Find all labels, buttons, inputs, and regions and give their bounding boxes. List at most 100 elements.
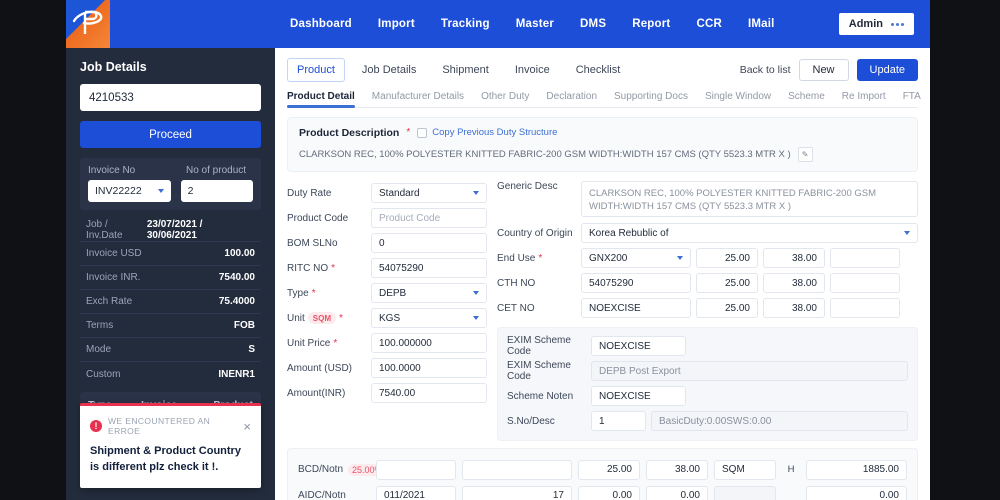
subtab-supporting-docs[interactable]: Supporting Docs [614, 91, 688, 107]
update-button[interactable]: Update [856, 59, 918, 82]
no-of-product-label: No of product [186, 165, 247, 176]
aidc-field-2[interactable]: 17 [462, 485, 572, 500]
unit-price-input[interactable]: 100.000000 [371, 333, 487, 354]
required-asterisk: * [333, 337, 338, 349]
amount-usd-input[interactable]: 100.0000 [371, 358, 487, 379]
label-text: RITC NO [287, 262, 329, 274]
list-item: Mode S [80, 338, 261, 362]
label-text: AIDC/Notn [298, 490, 346, 500]
aidc-total[interactable]: 0.00 [806, 485, 907, 500]
exim-scheme-code-input[interactable]: NOEXCISE [591, 336, 686, 357]
company-logo[interactable] [66, 0, 110, 48]
nav-item-master[interactable]: Master [516, 18, 554, 30]
admin-menu-button[interactable]: Admin [838, 13, 914, 35]
subtab-fta[interactable]: FTA [903, 91, 921, 107]
nav-item-imail[interactable]: IMail [748, 18, 775, 30]
field-label: RITC NO * [287, 263, 371, 274]
nav-item-ccr[interactable]: CCR [696, 18, 722, 30]
required-asterisk: * [339, 312, 343, 324]
field-value: DEPB [379, 287, 407, 299]
generic-desc-input[interactable]: CLARKSON REC, 100% POLYESTER KNITTED FAB… [581, 180, 918, 217]
subtab-scheme[interactable]: Scheme [788, 91, 825, 107]
job-number-input[interactable]: 4210533 [80, 84, 261, 111]
field-product-code: Product Code Product Code [287, 206, 487, 231]
app-window: Dashboard Import Tracking Master DMS Rep… [66, 0, 930, 500]
checkbox-icon[interactable] [417, 127, 428, 138]
row-value: 75.4000 [218, 296, 255, 307]
aidc-notn-label: AIDC/Notn [298, 490, 370, 500]
chevron-down-icon [904, 231, 910, 236]
bcd-value-1[interactable]: 25.00 [578, 459, 640, 480]
duty-rate-select[interactable]: Standard [371, 183, 487, 204]
back-to-list-link[interactable]: Back to list [740, 64, 791, 76]
scheme-noten-input[interactable]: NOEXCISE [591, 386, 686, 407]
nav-item-dms[interactable]: DMS [580, 18, 606, 30]
chevron-down-icon [677, 256, 683, 261]
edit-pencil-icon[interactable]: ✎ [797, 146, 813, 162]
proceed-button[interactable]: Proceed [80, 121, 261, 148]
bcd-h-marker: H [787, 464, 795, 476]
subtab-declaration[interactable]: Declaration [546, 91, 597, 107]
subtab-single-window[interactable]: Single Window [705, 91, 771, 107]
bcd-total[interactable]: 1885.00 [806, 459, 907, 480]
invoice-no-select[interactable]: INV22222 [88, 180, 171, 202]
field-country-of-origin: Country of Origin Korea Rebublic of [497, 221, 918, 246]
bcd-value-2[interactable]: 38.00 [646, 459, 708, 480]
bcd-field-1[interactable] [376, 459, 456, 480]
end-use-value-1[interactable]: 25.00 [696, 248, 758, 269]
field-label: Unit SQM * [287, 312, 371, 325]
field-label: Generic Desc [497, 180, 558, 192]
field-label: Type * [287, 288, 371, 299]
nav-item-tracking[interactable]: Tracking [441, 18, 490, 30]
aidc-value-2[interactable]: 0.00 [646, 485, 708, 500]
list-item: Invoice INR. 7540.00 [80, 266, 261, 290]
field-value: GNX200 [589, 252, 628, 264]
copy-previous-duty-structure-checkbox[interactable]: Copy Previous Duty Structure [417, 127, 557, 138]
nav-item-import[interactable]: Import [378, 18, 415, 30]
cet-no-value-1[interactable]: 25.00 [696, 298, 758, 319]
unit-badge: SQM [307, 312, 337, 325]
subtab-product-detail[interactable]: Product Detail [287, 91, 355, 108]
tab-job-details[interactable]: Job Details [353, 59, 425, 81]
aidc-value-1[interactable]: 0.00 [578, 485, 640, 500]
field-scheme-noten: Scheme Noten NOEXCISE [507, 384, 908, 409]
field-label: End Use * [497, 253, 581, 264]
tab-checklist[interactable]: Checklist [567, 59, 630, 81]
subtab-re-import[interactable]: Re Import [842, 91, 886, 107]
tab-invoice[interactable]: Invoice [506, 59, 559, 81]
subtab-manufacturer-details[interactable]: Manufacturer Details [372, 91, 464, 107]
tab-shipment[interactable]: Shipment [433, 59, 497, 81]
cth-no-value-1[interactable]: 25.00 [696, 273, 758, 294]
end-use-value-3[interactable] [830, 248, 900, 269]
country-of-origin-select[interactable]: Korea Rebublic of [581, 223, 918, 244]
cet-no-value-3[interactable] [830, 298, 900, 319]
close-icon[interactable]: × [243, 420, 251, 433]
cth-no-input[interactable]: 54075290 [581, 273, 691, 294]
row-key: Custom [86, 368, 121, 380]
sno-input[interactable]: 1 [591, 411, 646, 432]
aidc-field-1[interactable]: 011/2021 [376, 485, 456, 500]
bcd-unit[interactable]: SQM [714, 459, 776, 480]
type-select[interactable]: DEPB [371, 283, 487, 304]
more-options-icon[interactable] [891, 22, 904, 26]
unit-select[interactable]: KGS [371, 308, 487, 329]
end-use-select[interactable]: GNX200 [581, 248, 691, 269]
cet-no-value-2[interactable]: 38.00 [763, 298, 825, 319]
new-button[interactable]: New [798, 59, 849, 82]
tab-product[interactable]: Product [287, 58, 345, 83]
table-row: AIDC/Notn 011/2021 17 0.00 0.00 0.00 [298, 483, 907, 500]
amount-inr-input[interactable]: 7540.00 [371, 383, 487, 404]
end-use-value-2[interactable]: 38.00 [763, 248, 825, 269]
bom-slno-input[interactable]: 0 [371, 233, 487, 254]
nav-item-report[interactable]: Report [632, 18, 670, 30]
bcd-field-2[interactable] [462, 459, 572, 480]
cet-no-input[interactable]: NOEXCISE [581, 298, 691, 319]
subtab-other-duty[interactable]: Other Duty [481, 91, 529, 107]
cth-no-value-2[interactable]: 38.00 [763, 273, 825, 294]
nav-item-dashboard[interactable]: Dashboard [290, 18, 352, 30]
cth-no-value-3[interactable] [830, 273, 900, 294]
ritc-no-input[interactable]: 54075290 [371, 258, 487, 279]
field-exim-scheme-code-1: EXIM Scheme Code NOEXCISE [507, 334, 908, 359]
product-code-input[interactable]: Product Code [371, 208, 487, 229]
no-of-product-input[interactable]: 2 [180, 180, 253, 202]
